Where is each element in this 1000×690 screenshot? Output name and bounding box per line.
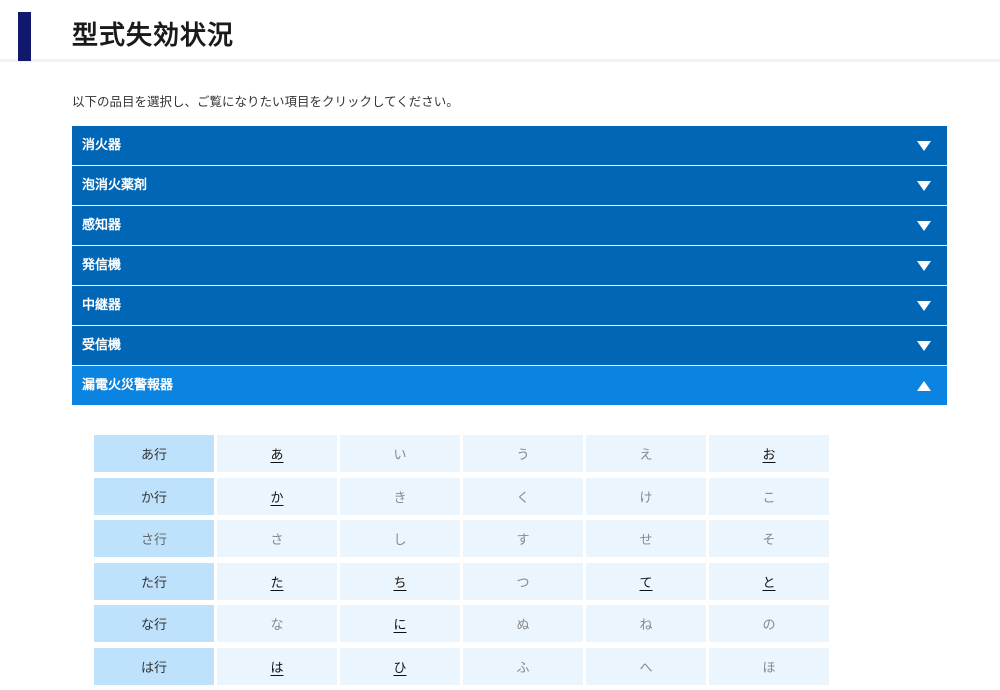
- kana-row-header: た行: [94, 563, 214, 600]
- kana-link[interactable]: ち: [340, 563, 460, 600]
- kana-cell: の: [709, 605, 829, 642]
- kana-row-header: さ行: [94, 520, 214, 557]
- accordion-item[interactable]: 中継器: [72, 286, 947, 326]
- kana-row: は行はひふへほ: [94, 648, 832, 690]
- kana-link[interactable]: に: [340, 605, 460, 642]
- kana-cell: け: [586, 478, 706, 515]
- kana-cell: そ: [709, 520, 829, 557]
- kana-cell: こ: [709, 478, 829, 515]
- accordion-item[interactable]: 泡消火薬剤: [72, 166, 947, 206]
- category-accordion: 消火器泡消火薬剤感知器発信機中継器受信機漏電火災警報器: [72, 126, 947, 405]
- kana-cell: さ: [217, 520, 337, 557]
- kana-cell: し: [340, 520, 460, 557]
- instruction-text: 以下の品目を選択し、ご覧になりたい項目をクリックしてください。: [72, 94, 459, 110]
- kana-cell: ふ: [463, 648, 583, 685]
- kana-index-table: あ行あいうえおか行かきくけこさ行さしすせそた行たちつてとな行なにぬねのは行はひふ…: [94, 435, 832, 690]
- kana-cell: す: [463, 520, 583, 557]
- chevron-down-icon: [917, 181, 931, 191]
- kana-link[interactable]: ひ: [340, 648, 460, 685]
- chevron-down-icon: [917, 221, 931, 231]
- page-header: 型式失効状況: [0, 0, 1000, 62]
- kana-cell: ほ: [709, 648, 829, 685]
- accordion-item-label: 消火器: [82, 138, 121, 154]
- accordion-item-label: 感知器: [82, 218, 121, 234]
- chevron-down-icon: [917, 301, 931, 311]
- accordion-item-label: 受信機: [82, 338, 121, 354]
- accordion-item-label: 中継器: [82, 298, 121, 314]
- kana-cell: ね: [586, 605, 706, 642]
- kana-cell: う: [463, 435, 583, 472]
- kana-cell: く: [463, 478, 583, 515]
- kana-row: な行なにぬねの: [94, 605, 832, 648]
- accordion-item[interactable]: 発信機: [72, 246, 947, 286]
- accordion-item[interactable]: 消火器: [72, 126, 947, 166]
- accordion-item[interactable]: 漏電火災警報器: [72, 366, 947, 405]
- kana-row: た行たちつてと: [94, 563, 832, 606]
- kana-row: さ行さしすせそ: [94, 520, 832, 563]
- kana-row-header: な行: [94, 605, 214, 642]
- kana-link[interactable]: お: [709, 435, 829, 472]
- kana-cell: ぬ: [463, 605, 583, 642]
- kana-cell: き: [340, 478, 460, 515]
- accordion-item-label: 発信機: [82, 258, 121, 274]
- kana-link[interactable]: は: [217, 648, 337, 685]
- kana-link[interactable]: か: [217, 478, 337, 515]
- kana-row-header: あ行: [94, 435, 214, 472]
- kana-cell: せ: [586, 520, 706, 557]
- kana-cell: え: [586, 435, 706, 472]
- chevron-down-icon: [917, 341, 931, 351]
- kana-link[interactable]: あ: [217, 435, 337, 472]
- chevron-up-icon: [917, 381, 931, 391]
- accordion-item[interactable]: 感知器: [72, 206, 947, 246]
- kana-cell: い: [340, 435, 460, 472]
- kana-row-header: か行: [94, 478, 214, 515]
- accordion-item-label: 漏電火災警報器: [82, 378, 173, 394]
- kana-link[interactable]: た: [217, 563, 337, 600]
- chevron-down-icon: [917, 261, 931, 271]
- kana-cell: へ: [586, 648, 706, 685]
- accordion-item-label: 泡消火薬剤: [82, 178, 147, 194]
- kana-cell: な: [217, 605, 337, 642]
- kana-link[interactable]: と: [709, 563, 829, 600]
- header-accent-bar: [18, 12, 31, 61]
- kana-row-header: は行: [94, 648, 214, 685]
- kana-cell: つ: [463, 563, 583, 600]
- kana-row: あ行あいうえお: [94, 435, 832, 478]
- page-title: 型式失効状況: [72, 19, 234, 53]
- chevron-down-icon: [917, 141, 931, 151]
- kana-link[interactable]: て: [586, 563, 706, 600]
- kana-row: か行かきくけこ: [94, 478, 832, 521]
- accordion-item[interactable]: 受信機: [72, 326, 947, 366]
